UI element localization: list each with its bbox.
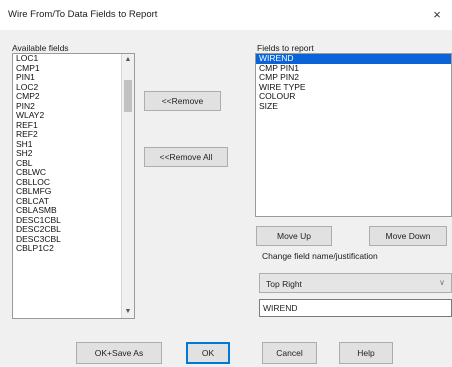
fields-to-report-list[interactable]: WIREND CMP PIN1 CMP PIN2 WIRE TYPE COLOUR SIZ… (255, 53, 452, 217)
cancel-button[interactable]: Cancel (262, 342, 317, 364)
move-up-button[interactable]: Move Up (256, 226, 332, 246)
available-fields-scrollbar[interactable]: ▲ ▼ (121, 54, 134, 318)
scroll-down-icon[interactable]: ▼ (122, 306, 134, 318)
justification-select[interactable]: Top Right ∨ (259, 273, 452, 293)
chevron-down-icon: ∨ (439, 278, 445, 287)
fields-to-report-label: Fields to report (257, 43, 314, 53)
justification-value: Top Right (266, 279, 302, 289)
available-fields-list[interactable]: LOC1 CMP1 PIN1 LOC2 CMP2 PIN2 WLAY2 REF1 REF2 SH1… (12, 53, 135, 319)
dialog: Wire From/To Data Fields to Report × Ava… (0, 0, 452, 367)
remove-button[interactable]: <<Remove (144, 91, 221, 111)
help-button[interactable]: Help (339, 342, 393, 364)
title-bar: Wire From/To Data Fields to Report × (0, 0, 452, 30)
remove-all-button[interactable]: <<Remove All (144, 147, 228, 167)
window-title: Wire From/To Data Fields to Report (8, 9, 158, 20)
change-field-label: Change field name/justification (262, 251, 378, 261)
list-item[interactable]: SIZE (256, 101, 451, 112)
available-fields-label: Available fields (12, 43, 69, 53)
list-item[interactable]: CBLP1C2 (13, 243, 134, 254)
ok-save-as-button[interactable]: OK+Save As (76, 342, 162, 364)
scroll-thumb[interactable] (124, 80, 132, 112)
scroll-up-icon[interactable]: ▲ (122, 54, 134, 66)
list-item[interactable]: COLOUR (256, 91, 451, 102)
field-name-input[interactable]: WIREND (259, 299, 452, 317)
move-down-button[interactable]: Move Down (369, 226, 447, 246)
ok-button[interactable]: OK (186, 342, 230, 364)
close-icon[interactable]: × (428, 6, 446, 24)
